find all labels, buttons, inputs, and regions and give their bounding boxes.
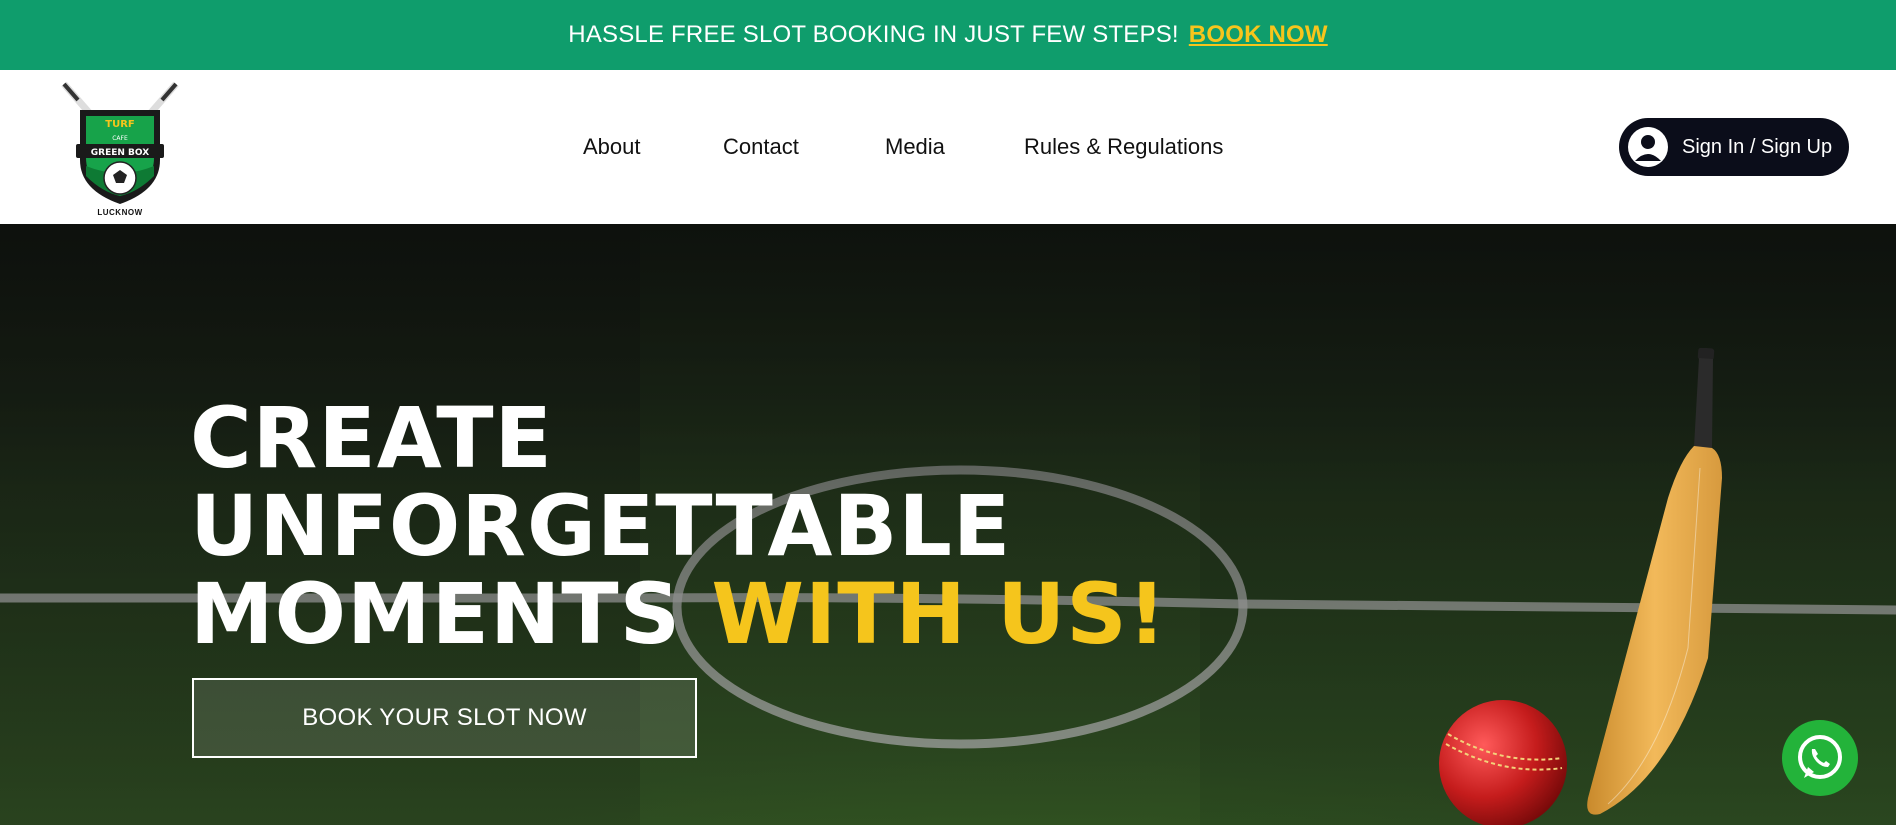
nav-contact[interactable]: Contact	[723, 134, 799, 160]
promo-bar: HASSLE FREE SLOT BOOKING IN JUST FEW STE…	[0, 0, 1896, 70]
hero-section: CREATE UNFORGETTABLE MOMENTS WITH US! BO…	[0, 224, 1896, 825]
hero-headline: CREATE UNFORGETTABLE MOMENTS WITH US!	[190, 394, 1167, 658]
nav-about[interactable]: About	[583, 134, 641, 160]
whatsapp-icon	[1798, 735, 1842, 779]
promo-text: HASSLE FREE SLOT BOOKING IN JUST FEW STE…	[568, 21, 1179, 48]
main-nav: About Contact Media Rules & Regulations	[0, 70, 1896, 224]
nav-media[interactable]: Media	[885, 134, 945, 160]
user-circle-icon	[1628, 127, 1668, 167]
headline-line-2: UNFORGETTABLE	[190, 477, 1012, 575]
cricket-ball-icon	[1439, 700, 1567, 825]
promo-book-now-link[interactable]: BOOK NOW	[1189, 21, 1328, 49]
headline-line-3: MOMENTS	[190, 565, 682, 663]
sign-in-label: Sign In / Sign Up	[1682, 135, 1833, 158]
whatsapp-chat-button[interactable]	[1782, 720, 1858, 796]
headline-line-1: CREATE	[190, 389, 553, 487]
sign-in-sign-up-button[interactable]: Sign In / Sign Up	[1619, 118, 1849, 176]
site-header: TURF CAFE GREEN BOX LUCKNOW About Contac…	[0, 70, 1896, 224]
nav-rules-regulations[interactable]: Rules & Regulations	[1024, 134, 1223, 160]
headline-accent: WITH US!	[711, 565, 1168, 663]
cricket-bat-icon	[1587, 348, 1722, 815]
book-slot-button[interactable]: BOOK YOUR SLOT NOW	[192, 678, 697, 758]
